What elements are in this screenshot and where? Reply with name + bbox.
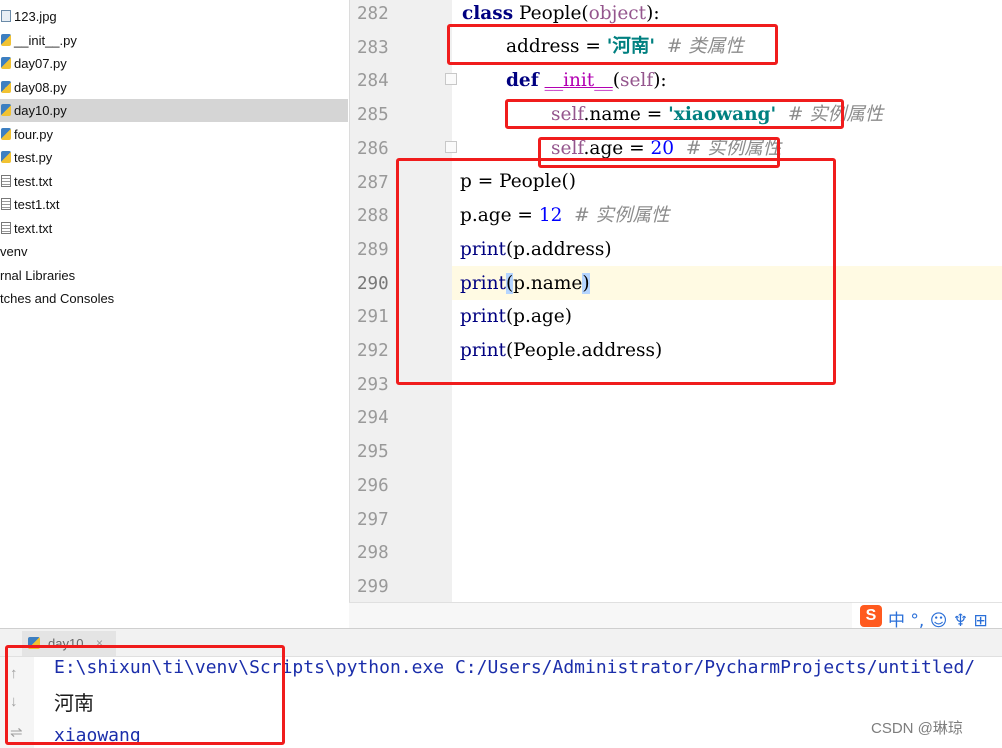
tree-item-label: venv	[0, 244, 28, 259]
line-number: 298	[357, 543, 389, 564]
line-number: 288	[357, 206, 389, 227]
line-number: 294	[357, 408, 389, 429]
line-number: 291	[357, 307, 389, 328]
tree-item-label: test.txt	[14, 174, 53, 189]
python-file-icon	[1, 81, 11, 93]
tree-item[interactable]: rnal Libraries	[0, 264, 348, 287]
line-number: 293	[357, 374, 389, 395]
tree-item-label: text.txt	[14, 221, 53, 236]
tree-item-label: day07.py	[14, 56, 67, 71]
tree-item[interactable]: text.txt	[0, 217, 348, 240]
highlight-box-output	[5, 645, 285, 745]
ime-toolbar[interactable]: S 中 °, ☺ ♆ ⊞	[852, 602, 1002, 631]
tree-item[interactable]: day08.py	[0, 76, 348, 99]
highlight-box-name	[505, 99, 844, 129]
line-number: 285	[357, 105, 389, 126]
project-tree: 123.jpg __init__.py day07.py day08.py day10.…	[0, 0, 348, 628]
tree-item[interactable]: day10.py	[0, 99, 348, 122]
python-file-icon	[1, 104, 11, 116]
watermark: CSDN @琳琼	[871, 720, 963, 737]
line-number: 295	[357, 442, 389, 463]
highlight-box-address	[447, 24, 778, 65]
tree-item[interactable]: __init__.py	[0, 29, 348, 52]
line-number: 290	[357, 273, 389, 294]
tree-item[interactable]: venv	[0, 240, 348, 263]
tree-item[interactable]: day07.py	[0, 52, 348, 75]
sogou-ime-icon[interactable]: S	[860, 605, 882, 627]
code-line-284[interactable]: def __init__(self):	[506, 67, 667, 95]
line-number: 289	[357, 239, 389, 260]
python-file-icon	[1, 151, 11, 163]
tree-item[interactable]: four.py	[0, 123, 348, 146]
line-number: 283	[357, 37, 389, 58]
tree-item[interactable]: 123.jpg	[0, 5, 348, 28]
line-number: 292	[357, 341, 389, 361]
line-number: 286	[357, 138, 389, 159]
text-file-icon	[1, 175, 11, 187]
line-number: 297	[357, 509, 389, 530]
tree-item-label: day10.py	[14, 103, 67, 118]
tree-item[interactable]: tches and Consoles	[0, 287, 348, 310]
tree-item-label: 123.jpg	[14, 9, 57, 24]
highlight-box-usage	[396, 158, 836, 385]
tree-item-label: test.py	[14, 150, 53, 165]
tree-item-label: day08.py	[14, 80, 67, 95]
tree-item-label: tches and Consoles	[0, 291, 115, 306]
python-file-icon	[1, 34, 11, 46]
tree-item[interactable]: test.txt	[0, 170, 348, 193]
line-number: 282	[357, 4, 389, 24]
line-number: 284	[357, 71, 389, 92]
tree-item[interactable]: test1.txt	[0, 193, 348, 216]
text-file-icon	[1, 222, 11, 234]
tree-item-label: test1.txt	[14, 197, 60, 212]
tree-item-label: rnal Libraries	[0, 268, 76, 283]
text-file-icon	[1, 198, 11, 210]
tree-item[interactable]: test.py	[0, 146, 348, 169]
python-file-icon	[1, 57, 11, 69]
python-file-icon	[1, 128, 11, 140]
tree-item-label: four.py	[14, 127, 54, 142]
tree-item-label: __init__.py	[14, 33, 77, 48]
line-number: 296	[357, 475, 389, 496]
line-number: 287	[357, 172, 389, 193]
image-file-icon	[1, 10, 11, 22]
